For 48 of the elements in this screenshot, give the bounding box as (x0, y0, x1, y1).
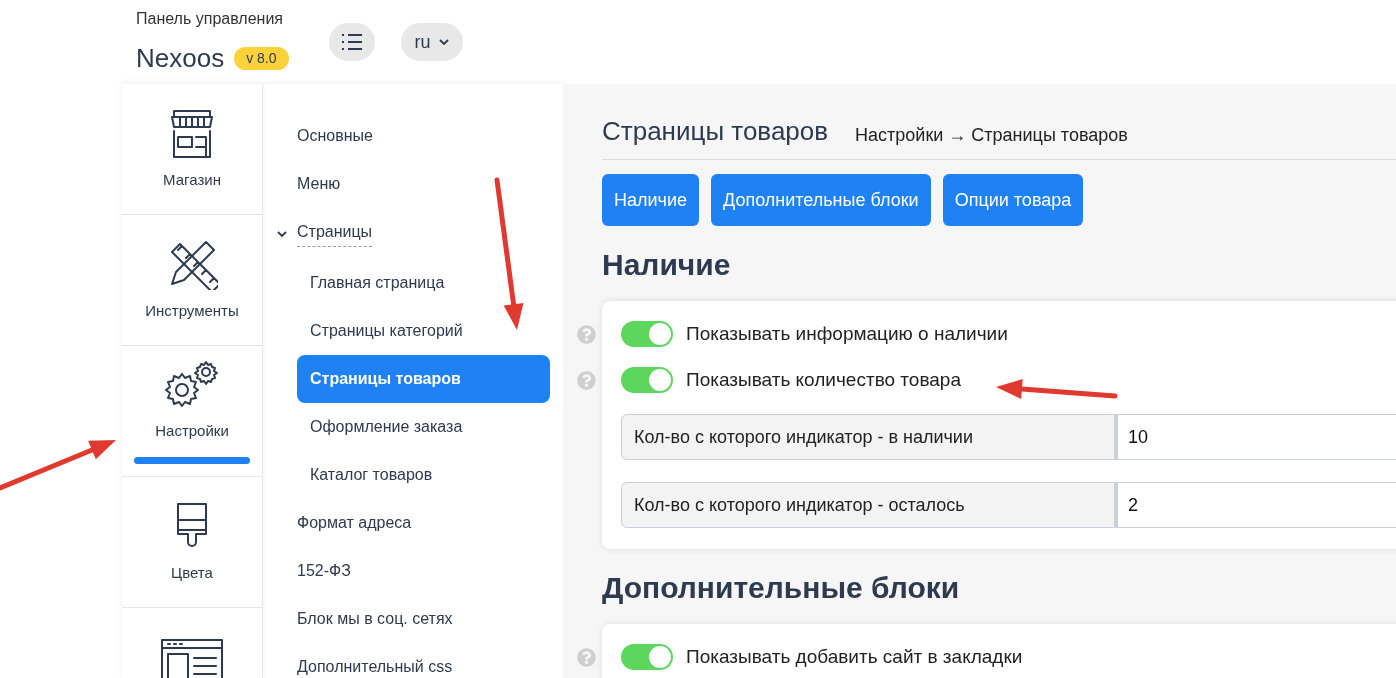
language-select[interactable]: ru (400, 23, 463, 61)
panel-subtitle: Панель управления (136, 8, 284, 29)
help-icon[interactable] (577, 370, 596, 390)
toggle-switch[interactable] (621, 644, 673, 670)
page-title: Страницы товаров (602, 115, 829, 148)
input-field[interactable]: 2 (1115, 482, 1396, 528)
submenu-item[interactable]: Каталог товаров (297, 451, 550, 499)
menu-item[interactable]: Блок мы в соц. сетях (297, 607, 453, 631)
sidebar-label: Инструменты (145, 300, 239, 321)
sidebar-label: Цвета (171, 562, 213, 583)
version-badge: v 8.0 (234, 46, 289, 70)
submenu-item[interactable]: Страницы категорий (297, 307, 550, 355)
sidebar-item[interactable]: Магазин (122, 84, 262, 215)
section-button[interactable]: Наличие (602, 174, 699, 226)
toggle-label: Показывать информацию о наличии (686, 321, 1008, 346)
sidebar-label: Магазин (163, 169, 221, 190)
toggle-label: Показывать количество товара (686, 367, 961, 392)
help-icon[interactable] (577, 647, 596, 667)
layout-window-icon (160, 638, 224, 678)
help-icon[interactable] (577, 324, 596, 344)
submenu-item[interactable]: Главная страница (297, 259, 550, 307)
sidebar-label: Настройки (155, 421, 229, 442)
menu-item[interactable]: Формат адреса (297, 511, 412, 535)
breadcrumb: Настройки → Страницы товаров (855, 124, 1128, 147)
toggle-label: Показывать добавить сайт в закладки (686, 644, 1023, 669)
toggle-switch[interactable] (621, 321, 673, 347)
menu-list-button[interactable] (328, 23, 375, 61)
sidebar-item[interactable]: Цвета (122, 477, 262, 608)
sidebar-item[interactable]: Инструменты (122, 215, 262, 346)
section-heading: Наличие (602, 247, 732, 283)
chevron-down-icon (438, 39, 449, 45)
menu-item[interactable]: Дополнительный css (297, 655, 453, 678)
menu-item[interactable]: Меню (297, 172, 341, 196)
list-icon (340, 33, 363, 51)
section-heading: Дополнительные блоки (602, 570, 961, 606)
submenu-item[interactable]: Оформление заказа (297, 403, 550, 451)
section-button[interactable]: Дополнительные блоки (711, 174, 931, 226)
input-label: Кол-во с которого индикатор - осталось (621, 482, 1115, 528)
input-field[interactable]: 10 (1115, 414, 1396, 460)
menu-item[interactable]: 152-ФЗ (297, 559, 351, 583)
brand-name: Nexoos (136, 41, 225, 75)
menu-item[interactable]: Страницы (297, 220, 373, 247)
toggle-switch[interactable] (621, 367, 673, 393)
input-label: Кол-во с которого индикатор - в наличии (621, 414, 1115, 460)
sidebar-item[interactable]: Настройки (122, 346, 262, 477)
section-button[interactable]: Опции товара (942, 174, 1084, 226)
submenu-item[interactable]: Страницы товаров (297, 355, 550, 403)
menu-item[interactable]: Основные (297, 124, 373, 148)
